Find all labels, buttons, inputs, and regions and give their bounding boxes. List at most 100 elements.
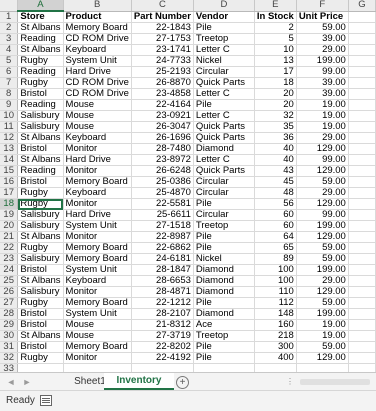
- cell-price[interactable]: 129.00: [296, 198, 349, 210]
- cell-part[interactable]: 25-0386: [131, 176, 194, 188]
- cell-vendor[interactable]: Diamond: [193, 286, 255, 298]
- cell-empty[interactable]: [348, 22, 376, 34]
- cell-part[interactable]: 23-4858: [131, 88, 194, 100]
- cell-empty[interactable]: [193, 363, 255, 372]
- row-header[interactable]: 20: [0, 220, 19, 232]
- cell-empty[interactable]: [348, 44, 376, 56]
- cell-vendor[interactable]: Circular: [193, 176, 255, 188]
- cell-empty[interactable]: [348, 308, 376, 320]
- cell-stock[interactable]: 10: [254, 44, 297, 56]
- cell-price[interactable]: 99.00: [296, 66, 349, 78]
- cell-empty[interactable]: [348, 66, 376, 78]
- row-header[interactable]: 26: [0, 286, 19, 298]
- cell-vendor[interactable]: Pile: [193, 341, 255, 353]
- cell-empty[interactable]: [348, 275, 376, 287]
- cell-empty[interactable]: [348, 154, 376, 166]
- cell-vendor[interactable]: Circular: [193, 66, 255, 78]
- cell-price[interactable]: 19.00: [296, 121, 349, 133]
- cell-product[interactable]: Hard Drive: [63, 209, 132, 221]
- cell-empty[interactable]: [348, 198, 376, 210]
- cell-store[interactable]: Rugby: [17, 242, 64, 254]
- cell-stock[interactable]: 35: [254, 121, 297, 133]
- cell-part[interactable]: 25-2193: [131, 66, 194, 78]
- column-header-f[interactable]: F: [296, 0, 349, 12]
- cell-part[interactable]: 27-1518: [131, 220, 194, 232]
- cell-stock[interactable]: 2: [254, 22, 297, 34]
- cell-part[interactable]: 22-8202: [131, 341, 194, 353]
- cell-vendor[interactable]: Diamond: [193, 308, 255, 320]
- cell-price[interactable]: 199.00: [296, 220, 349, 232]
- cell-product[interactable]: Mouse: [63, 99, 132, 111]
- cell-part[interactable]: 22-1212: [131, 297, 194, 309]
- cell-stock[interactable]: 5: [254, 33, 297, 45]
- row-header[interactable]: 27: [0, 297, 19, 309]
- cell-price[interactable]: 19.00: [296, 110, 349, 122]
- cell-vendor[interactable]: Pile: [193, 242, 255, 254]
- cell-vendor[interactable]: Pile: [193, 198, 255, 210]
- cell-store[interactable]: Rugby: [17, 352, 64, 364]
- cell-part[interactable]: 22-4164: [131, 99, 194, 111]
- cell-price[interactable]: 199.00: [296, 264, 349, 276]
- row-header[interactable]: 18: [0, 198, 19, 210]
- horizontal-scrollbar[interactable]: [300, 379, 370, 385]
- cell-price[interactable]: 199.00: [296, 55, 349, 67]
- cell-stock[interactable]: 218: [254, 330, 297, 342]
- cell-price[interactable]: 59.00: [296, 22, 349, 34]
- cell-price[interactable]: 99.00: [296, 209, 349, 221]
- cell-empty[interactable]: [348, 110, 376, 122]
- cell-vendor[interactable]: Treetop: [193, 33, 255, 45]
- cell-product[interactable]: Mouse: [63, 319, 132, 331]
- cell-vendor[interactable]: Quick Parts: [193, 77, 255, 89]
- cell-product[interactable]: Memory Board: [63, 176, 132, 188]
- column-header-c[interactable]: C: [131, 0, 194, 12]
- cell-product[interactable]: Monitor: [63, 286, 132, 298]
- row-header[interactable]: 13: [0, 143, 19, 155]
- cell-product[interactable]: Memory Board: [63, 242, 132, 254]
- cell-price[interactable]: 129.00: [296, 352, 349, 364]
- cell-part[interactable]: 28-4871: [131, 286, 194, 298]
- cell-empty[interactable]: [348, 253, 376, 265]
- row-header[interactable]: 12: [0, 132, 19, 144]
- cell-vendor[interactable]: Letter C: [193, 154, 255, 166]
- cell-empty[interactable]: [348, 88, 376, 100]
- cell-store[interactable]: Salisbury: [17, 110, 64, 122]
- cell-vendor[interactable]: Diamond: [193, 143, 255, 155]
- cell-price[interactable]: 59.00: [296, 176, 349, 188]
- cell-part[interactable]: 28-1847: [131, 264, 194, 276]
- cell-vendor[interactable]: Diamond: [193, 264, 255, 276]
- cell-empty[interactable]: [348, 176, 376, 188]
- row-header[interactable]: 8: [0, 88, 19, 100]
- cell-store[interactable]: Bristol: [17, 319, 64, 331]
- row-header[interactable]: 10: [0, 110, 19, 122]
- column-header-e[interactable]: E: [254, 0, 297, 12]
- cell-empty[interactable]: [348, 352, 376, 364]
- cell-vendor[interactable]: Quick Parts: [193, 121, 255, 133]
- cell-store[interactable]: Rugby: [17, 77, 64, 89]
- cell-vendor[interactable]: Circular: [193, 209, 255, 221]
- cell-product[interactable]: Keyboard: [63, 132, 132, 144]
- cell-price[interactable]: 129.00: [296, 286, 349, 298]
- row-header[interactable]: 2: [0, 22, 19, 34]
- column-header-g[interactable]: G: [348, 0, 376, 12]
- cell-store[interactable]: St Albans: [17, 330, 64, 342]
- cell-part[interactable]: 24-6181: [131, 253, 194, 265]
- cell-empty[interactable]: [348, 143, 376, 155]
- cell-empty[interactable]: [348, 132, 376, 144]
- cell-price[interactable]: 29.00: [296, 44, 349, 56]
- cell-store[interactable]: Reading: [17, 99, 64, 111]
- cell-vendor[interactable]: Pile: [193, 231, 255, 243]
- cell-empty[interactable]: [348, 286, 376, 298]
- cell-part[interactable]: 23-8972: [131, 154, 194, 166]
- cell-empty[interactable]: [348, 231, 376, 243]
- cell-vendor[interactable]: Circular: [193, 187, 255, 199]
- cell-empty[interactable]: [348, 220, 376, 232]
- cell-empty[interactable]: [348, 165, 376, 177]
- cell-price[interactable]: 29.00: [296, 275, 349, 287]
- cell-product[interactable]: Memory Board: [63, 297, 132, 309]
- cell-empty[interactable]: [254, 363, 297, 372]
- header-cell[interactable]: Unit Price: [296, 11, 349, 23]
- row-header[interactable]: 32: [0, 352, 19, 364]
- cell-vendor[interactable]: Diamond: [193, 275, 255, 287]
- cell-empty[interactable]: [348, 242, 376, 254]
- cell-store[interactable]: St Albans: [17, 154, 64, 166]
